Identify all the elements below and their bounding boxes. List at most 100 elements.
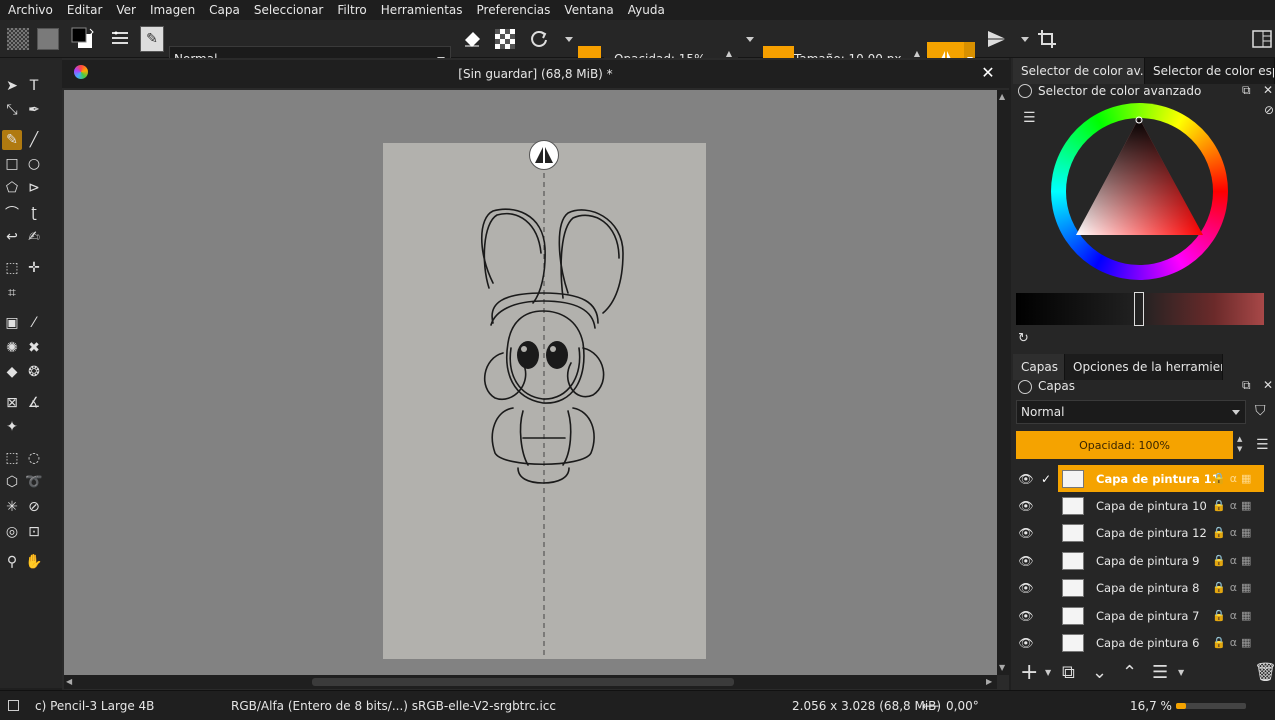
mirror-vertical-dropdown-icon[interactable]	[1013, 26, 1037, 52]
reload-preset-icon[interactable]	[527, 26, 551, 52]
move-tool-icon[interactable]: ✛	[24, 258, 44, 278]
polygon-select-tool-icon[interactable]: ⬡	[2, 472, 22, 492]
tab-advanced-color[interactable]: Selector de color av...	[1013, 58, 1145, 84]
layers-lock-icon[interactable]	[1018, 380, 1032, 394]
filter-icon[interactable]: ⛉	[1255, 403, 1266, 419]
fill-tool-icon[interactable]: ◆	[2, 362, 22, 382]
edit-shapes-tool-icon[interactable]: ⤡	[2, 100, 22, 120]
layer-name[interactable]: Capa de pintura 6	[1096, 636, 1206, 650]
pan-tool-icon[interactable]: ✋	[24, 552, 44, 572]
visibility-eye-icon[interactable]: 👁	[1016, 526, 1036, 540]
scroll-down-icon[interactable]: ▼	[999, 663, 1005, 672]
ellipse-tool-icon[interactable]: ○	[24, 154, 44, 174]
color-picker-tool-icon[interactable]: ⁄	[24, 313, 44, 333]
move-layer-up-icon[interactable]: ⌃	[1122, 662, 1137, 683]
magnetic-select-tool-icon[interactable]: ⊡	[24, 522, 44, 542]
rotation-icon[interactable]: ⟵	[922, 699, 939, 713]
menu-ver[interactable]: Ver	[108, 3, 142, 17]
text-tool-icon[interactable]: T	[24, 76, 44, 96]
preserve-alpha-icon[interactable]	[493, 26, 517, 52]
saturation-triangle[interactable]	[1066, 110, 1216, 250]
menu-capa[interactable]: Capa	[201, 3, 246, 17]
refresh-color-icon[interactable]: ↻	[1018, 331, 1029, 346]
layer-flags-icon[interactable]: 🔒α▦	[1212, 499, 1255, 512]
visibility-eye-icon[interactable]: 👁	[1016, 609, 1036, 623]
fg-bg-color-icon[interactable]	[70, 26, 94, 52]
layer-properties-icon[interactable]: ☰	[1152, 662, 1168, 683]
move-layer-down-icon[interactable]: ⌄	[1092, 662, 1107, 683]
docker-lock-icon[interactable]	[1018, 84, 1032, 98]
visibility-eye-icon[interactable]: 👁	[1016, 636, 1036, 650]
color-settings-icon[interactable]: ☰	[1023, 110, 1036, 126]
menu-ventana[interactable]: Ventana	[556, 3, 619, 17]
layer-flags-icon[interactable]: 🔒α▦	[1212, 526, 1255, 539]
scroll-left-icon[interactable]: ◀	[66, 677, 72, 686]
menu-editar[interactable]: Editar	[59, 3, 109, 17]
layer-menu-icon[interactable]: ☰	[1256, 437, 1269, 453]
menu-preferencias[interactable]: Preferencias	[469, 3, 557, 17]
brush-preset-icon[interactable]: ✎	[140, 26, 164, 52]
layer-name[interactable]: Capa de pintura 11	[1096, 472, 1220, 486]
layer-flags-icon[interactable]: 🔒α▦	[1212, 554, 1255, 567]
layer-flags-icon[interactable]: 🔒α▦	[1212, 581, 1255, 594]
pattern-swatch-icon[interactable]	[36, 26, 60, 52]
freehand-path-tool-icon[interactable]: ʈ	[24, 203, 44, 223]
layer-opacity-spin[interactable]: ▲ ▼	[1237, 434, 1242, 454]
layer-properties-dropdown-icon[interactable]: ▼	[1178, 668, 1184, 677]
close-document-icon[interactable]: ✕	[979, 64, 997, 82]
tab-layers[interactable]: Capas	[1013, 354, 1065, 380]
tab-tool-options[interactable]: Opciones de la herramienta	[1065, 354, 1223, 380]
menu-ayuda[interactable]: Ayuda	[620, 3, 671, 17]
polyline-tool-icon[interactable]: ⊳	[24, 178, 44, 198]
layer-selected-check-icon[interactable]: ✓	[1036, 472, 1056, 486]
tab-specific-color[interactable]: Selector de color esp...	[1145, 58, 1275, 84]
layer-opacity-slider[interactable]: Opacidad: 100%	[1016, 431, 1233, 459]
visibility-eye-icon[interactable]: 👁	[1016, 581, 1036, 595]
pan-pin-tool-icon[interactable]: ✦	[2, 417, 22, 437]
visibility-eye-icon[interactable]: 👁	[1016, 472, 1036, 486]
duplicate-layer-icon[interactable]: ⧉	[1062, 662, 1075, 683]
layer-row[interactable]: 👁 Capa de pintura 7 🔒α▦	[1016, 602, 1264, 629]
menu-filtro[interactable]: Filtro	[329, 3, 372, 17]
line-tool-icon[interactable]: ╱	[24, 130, 44, 150]
assistant-tool-icon[interactable]: ✖	[24, 338, 44, 358]
layer-flags-icon[interactable]: 🔒α▦	[1212, 636, 1255, 649]
enclose-fill-tool-icon[interactable]: ❂	[24, 362, 44, 382]
menu-herramientas[interactable]: Herramientas	[373, 3, 469, 17]
zoom-slider[interactable]	[1176, 703, 1246, 709]
delete-layer-icon[interactable]: 🗑	[1254, 662, 1275, 683]
layer-row-content[interactable]: 👁 ✓ Capa de pintura 11 🔒α▦	[1016, 465, 1264, 492]
eraser-icon[interactable]	[460, 26, 484, 52]
layer-name[interactable]: Capa de pintura 8	[1096, 581, 1206, 595]
float-layers-icon[interactable]: ⧉	[1242, 378, 1251, 393]
similar-select-tool-icon[interactable]: ⊘	[24, 497, 44, 517]
menu-archivo[interactable]: Archivo	[0, 3, 59, 17]
layer-row[interactable]: 👁 Capa de pintura 9 🔒α▦	[1016, 547, 1264, 574]
layer-name[interactable]: Capa de pintura 7	[1096, 609, 1206, 623]
add-layer-dropdown-icon[interactable]: ▼	[1045, 668, 1051, 677]
menu-seleccionar[interactable]: Seleccionar	[246, 3, 329, 17]
dynamic-brush-tool-icon[interactable]: ↩	[2, 227, 22, 247]
polygon-tool-icon[interactable]: ⬠	[2, 178, 22, 198]
rectangle-tool-icon[interactable]: □	[2, 154, 22, 174]
visibility-eye-icon[interactable]: 👁	[1016, 499, 1036, 513]
zoom-tool-icon[interactable]: ⚲	[2, 552, 22, 572]
float-docker-icon[interactable]: ⧉	[1242, 83, 1251, 98]
freehand-select-tool-icon[interactable]: ➰	[24, 472, 44, 492]
brush-status-icon[interactable]	[8, 700, 19, 711]
layer-name[interactable]: Capa de pintura 12	[1096, 526, 1207, 540]
scroll-up-icon[interactable]: ▲	[999, 92, 1005, 101]
bezier-select-tool-icon[interactable]: ◎	[2, 522, 22, 542]
calligraphy-tool-icon[interactable]: ✒	[24, 100, 44, 120]
layer-blend-select[interactable]: Normal	[1016, 400, 1246, 424]
layer-flags-icon[interactable]: 🔒α▦	[1212, 472, 1255, 485]
layer-row[interactable]: 👁 Capa de pintura 12 🔒α▦	[1016, 519, 1264, 546]
smart-patch-tool-icon[interactable]: ✺	[2, 338, 22, 358]
reset-color-icon[interactable]: ⊘	[1264, 103, 1274, 117]
brush-settings-icon[interactable]	[108, 26, 132, 52]
add-layer-icon[interactable]: +	[1020, 660, 1038, 685]
crop-tool-icon[interactable]: ⌗	[2, 283, 22, 303]
gradient-tool-icon[interactable]: ▣	[2, 313, 22, 333]
reference-tool-icon[interactable]: ⊠	[2, 393, 22, 413]
close-docker-icon[interactable]: ✕	[1263, 83, 1273, 97]
